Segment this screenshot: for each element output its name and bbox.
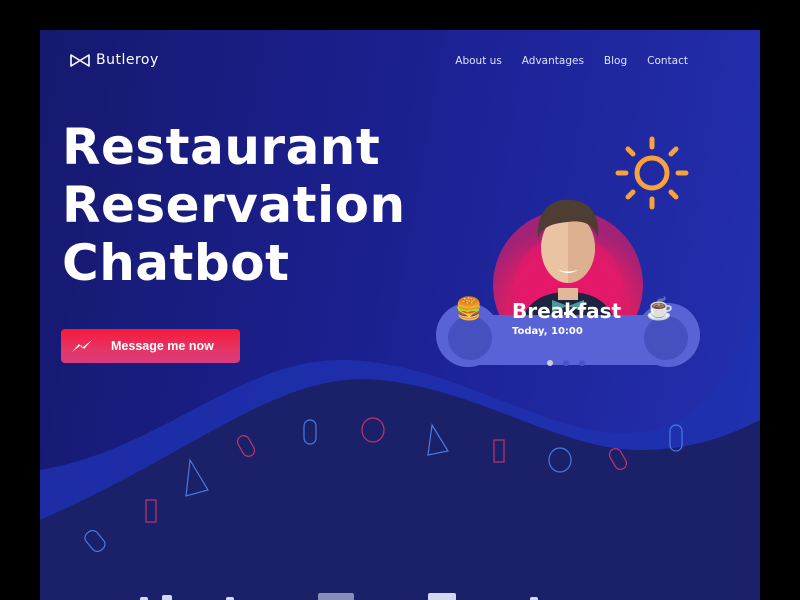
message-me-now-button[interactable]: Message me now bbox=[61, 329, 240, 363]
carousel-dot-3[interactable] bbox=[579, 360, 585, 366]
brand-logo[interactable]: Butleroy bbox=[70, 52, 159, 68]
card-subtitle: Today, 10:00 bbox=[512, 326, 583, 337]
headline-line-3: Chatbot bbox=[62, 234, 290, 292]
nav-advantages[interactable]: Advantages bbox=[522, 55, 584, 67]
carousel-dots bbox=[547, 360, 585, 366]
burger-icon: 🍔 bbox=[455, 296, 483, 321]
headline-line-1: Restaurant bbox=[62, 118, 381, 176]
clipped-glyphs bbox=[162, 595, 172, 600]
bowtie-icon bbox=[70, 53, 90, 67]
brand-name: Butleroy bbox=[96, 52, 159, 68]
carousel-dot-2[interactable] bbox=[563, 360, 569, 366]
top-nav: About us Advantages Blog Contact bbox=[455, 55, 688, 67]
headline-line-2: Reservation bbox=[62, 176, 406, 234]
clipped-glyphs bbox=[428, 593, 456, 600]
sun-icon bbox=[615, 136, 689, 210]
chatbot-illustration bbox=[436, 136, 700, 367]
page-title: Restaurant Reservation Chatbot bbox=[62, 118, 406, 292]
nav-contact[interactable]: Contact bbox=[647, 55, 688, 67]
coffee-icon: ☕ bbox=[646, 296, 674, 321]
carousel-dot-1[interactable] bbox=[547, 360, 553, 366]
clipped-glyphs bbox=[318, 593, 354, 600]
messenger-icon bbox=[72, 340, 92, 352]
nav-about-us[interactable]: About us bbox=[455, 55, 502, 67]
clipped-section-heading bbox=[140, 593, 538, 600]
cta-label: Message me now bbox=[111, 339, 214, 353]
nav-blog[interactable]: Blog bbox=[604, 55, 627, 67]
landing-page: Butleroy About us Advantages Blog Contac… bbox=[40, 30, 760, 600]
card-title: Breakfast bbox=[512, 299, 622, 323]
